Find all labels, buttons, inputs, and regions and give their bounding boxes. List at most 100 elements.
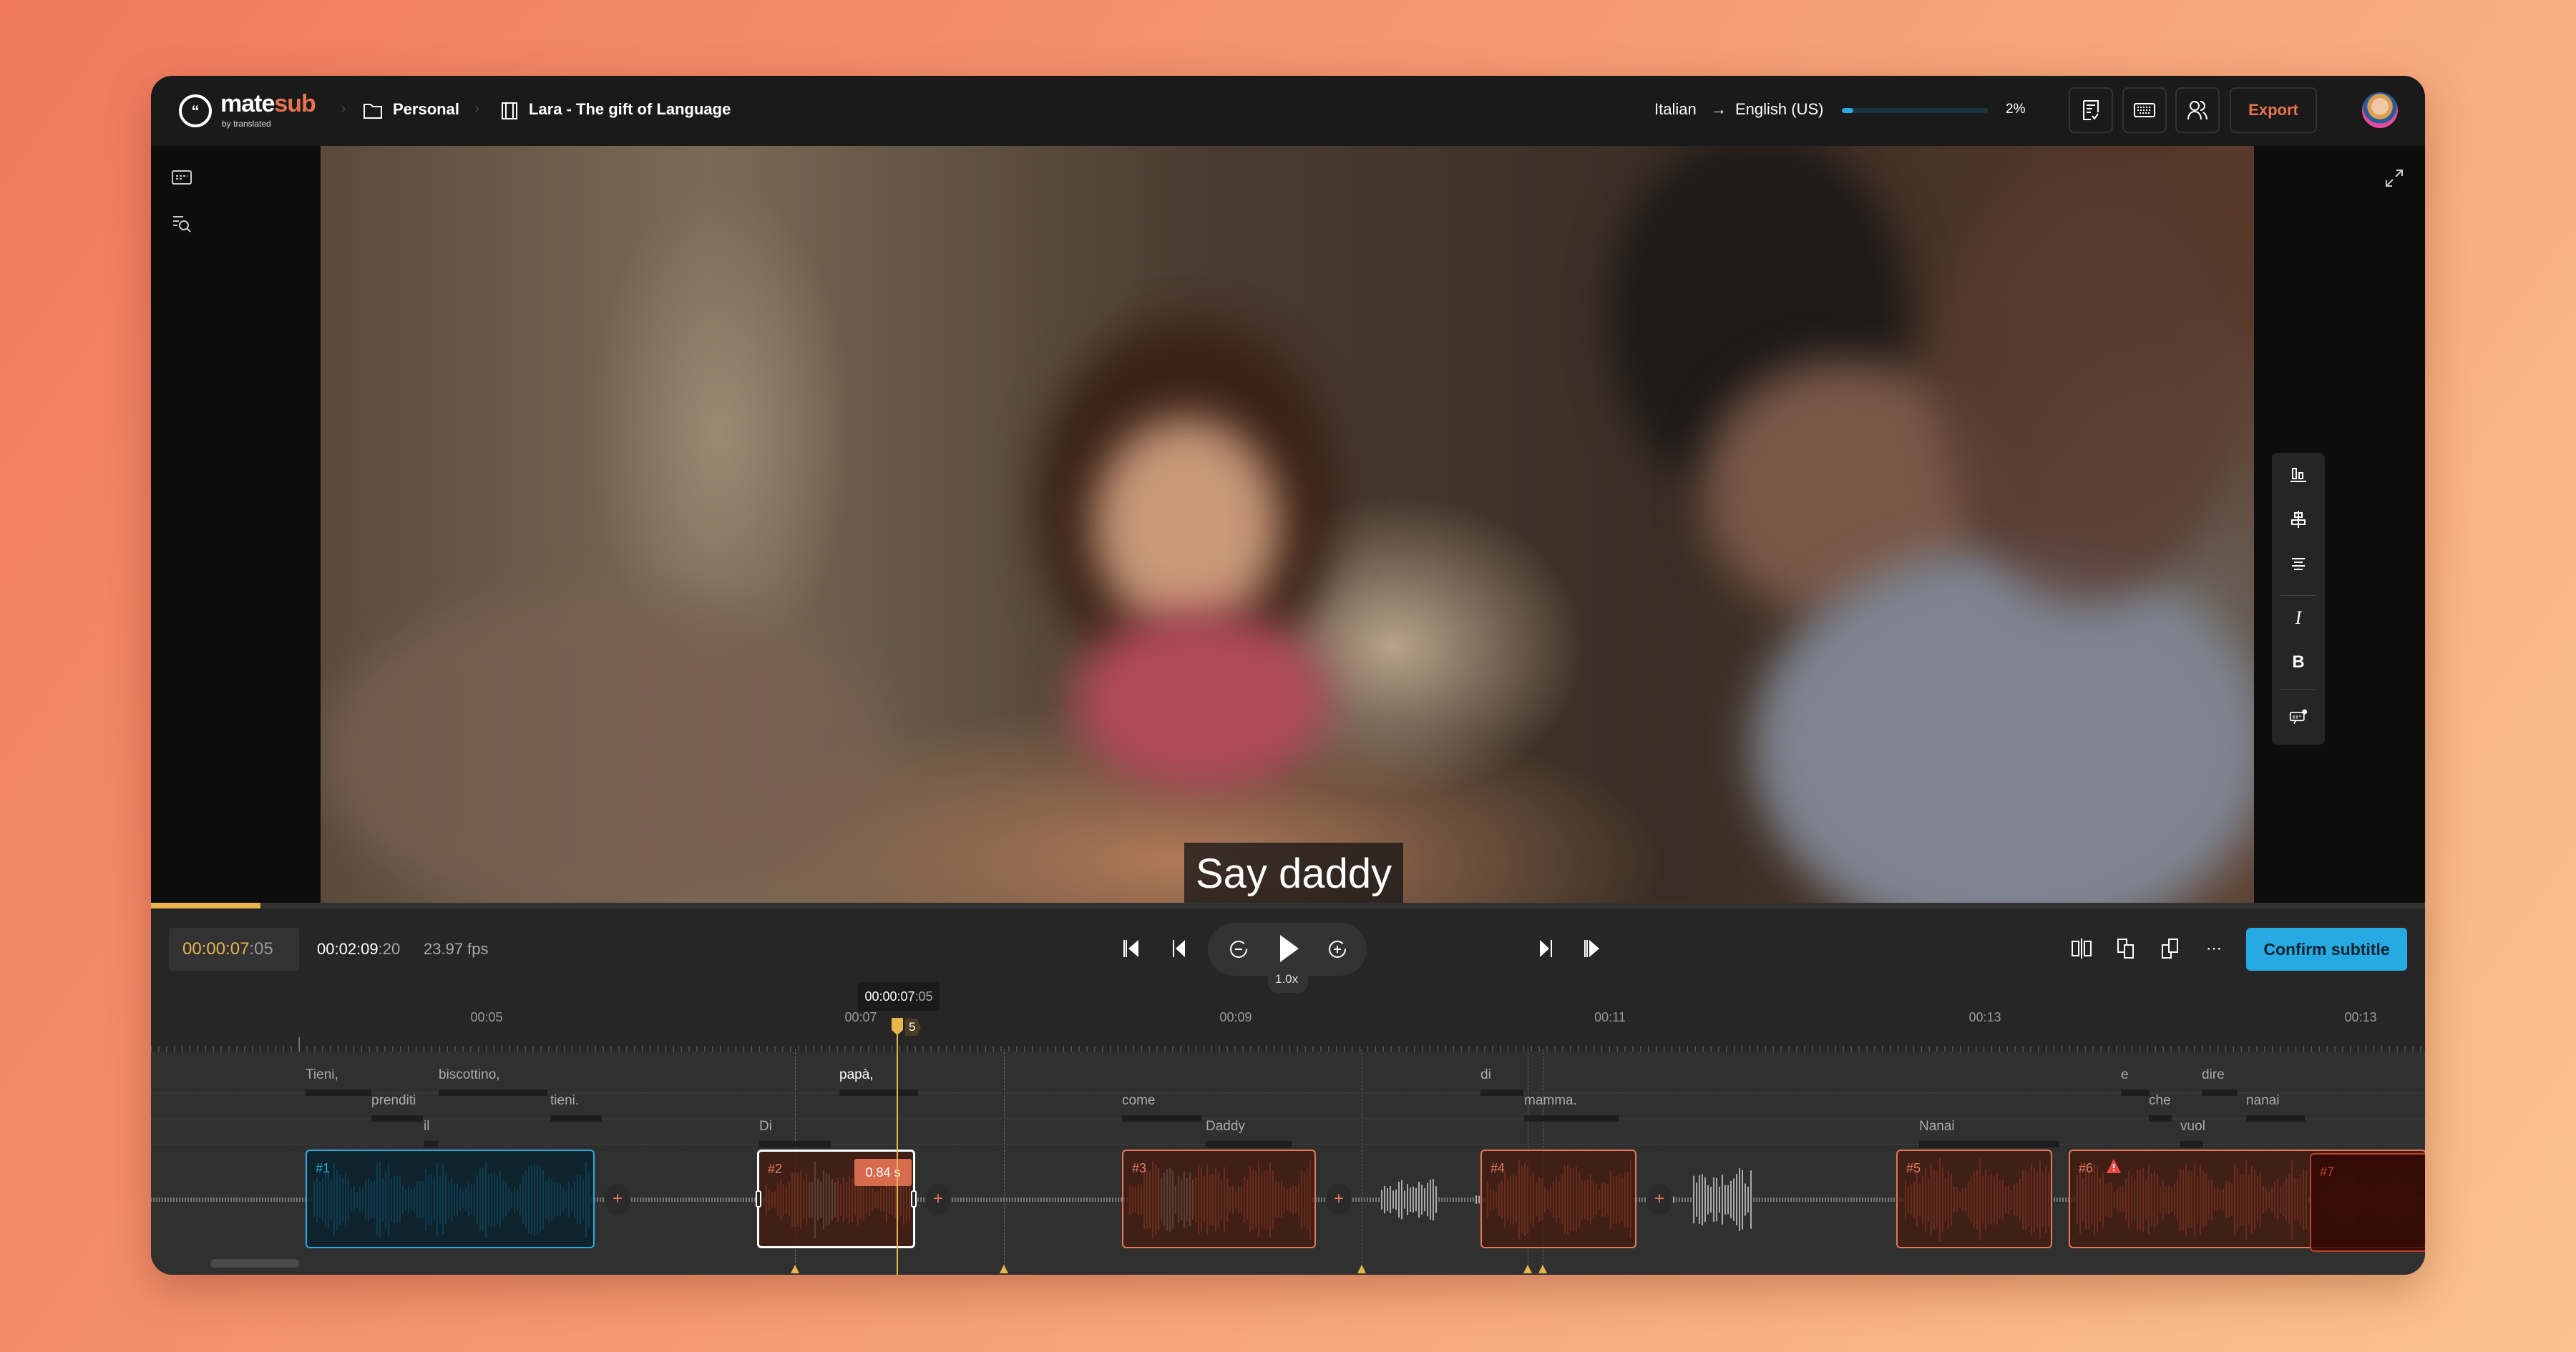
svg-text:“: “ (192, 102, 200, 120)
italic-icon[interactable]: I (2289, 607, 2308, 628)
transcript-word[interactable]: mamma. (1524, 1093, 1577, 1109)
previous-frame-icon[interactable] (1171, 937, 1189, 960)
duration: 00:02:09 (317, 940, 379, 958)
word-duration-bar (1122, 1115, 1202, 1122)
merge-next-icon[interactable] (2160, 938, 2182, 959)
add-subtitle-button[interactable]: + (1327, 1184, 1351, 1215)
transcript-word[interactable]: che (2149, 1093, 2171, 1109)
merge-previous-icon[interactable] (2115, 938, 2138, 959)
ruler-label: 00:09 (1219, 1010, 1252, 1024)
subtitle-segment-1[interactable]: #1 (306, 1150, 595, 1248)
word-duration-bar (371, 1115, 423, 1122)
transcript-word[interactable]: Daddy (1206, 1119, 1245, 1135)
segment-number: #6 (2079, 1161, 2094, 1175)
transcript-word[interactable]: Di (759, 1119, 772, 1135)
current-time-display: 00:00:07:05 (169, 928, 299, 971)
fullscreen-icon[interactable] (2384, 167, 2405, 189)
word-duration-bar (2246, 1115, 2305, 1122)
word-duration-bar (439, 1089, 547, 1096)
ruler-label: 00:13 (1968, 1010, 2001, 1024)
timeline-scrollbar[interactable] (210, 1259, 299, 1268)
transcript-word[interactable]: prenditi (371, 1093, 416, 1109)
word-duration-bar (759, 1141, 831, 1147)
forward-icon[interactable] (1326, 938, 1349, 961)
segment-start-handle[interactable] (756, 1190, 761, 1208)
segment-end-handle[interactable] (911, 1190, 917, 1208)
collaborators-button[interactable] (2175, 87, 2220, 133)
rewind-icon[interactable] (1227, 938, 1250, 961)
breadcrumb-project[interactable]: Lara - The gift of Language (529, 100, 731, 119)
transcript-word[interactable]: il (424, 1119, 429, 1135)
subtitle-segment-5[interactable]: #5 (1896, 1150, 2052, 1248)
position-center-icon[interactable] (2289, 510, 2308, 529)
transcript-word[interactable]: nanai (2246, 1093, 2280, 1109)
keyboard-shortcuts-button[interactable] (2122, 87, 2167, 133)
playhead-line[interactable] (897, 1027, 898, 1275)
logo-subtitle: by translated (222, 119, 271, 129)
transcript-word[interactable]: tieni. (550, 1093, 579, 1109)
user-avatar[interactable] (2362, 92, 2398, 128)
subtitle-comment-icon[interactable] (2289, 707, 2308, 726)
transcript-word[interactable]: vuol (2180, 1119, 2205, 1135)
previous-subtitle-icon[interactable] (1121, 937, 1143, 960)
segment-number: #3 (1132, 1161, 1147, 1175)
ruler-label: 00:05 (470, 1010, 503, 1024)
subtitle-segment-7[interactable]: #7 (2310, 1153, 2425, 1252)
folder-icon (364, 104, 382, 119)
timeline-ruler[interactable] (151, 1034, 2425, 1052)
add-subtitle-button[interactable]: + (926, 1184, 950, 1215)
subtitle-segment-2[interactable]: #2 0.84 s (756, 1150, 917, 1248)
word-duration-bar (1919, 1141, 2059, 1147)
playback-speed[interactable]: 1.0x (1275, 972, 1298, 986)
transcript-word[interactable]: Tieni, (306, 1067, 338, 1083)
add-subtitle-button[interactable]: + (1647, 1184, 1672, 1215)
breadcrumb-personal[interactable]: Personal (393, 100, 459, 119)
word-duration-bar (2149, 1115, 2172, 1122)
add-subtitle-button[interactable]: + (605, 1184, 630, 1215)
logo-icon: “ (179, 94, 212, 127)
word-duration-bar (1206, 1141, 1292, 1147)
checklist-icon (2083, 100, 2099, 120)
next-frame-icon[interactable] (1536, 937, 1554, 960)
subtitle-style-icon[interactable] (171, 167, 192, 189)
transcript-word[interactable]: papà, (839, 1067, 874, 1083)
ruler-label: 00:07 (844, 1010, 877, 1024)
transcript-word[interactable]: e (2121, 1067, 2129, 1083)
transcript-word[interactable]: come (1122, 1093, 1155, 1109)
video-frame[interactable] (321, 146, 2254, 908)
segment-number: #5 (1906, 1161, 1921, 1175)
subtitle-segment-3[interactable]: #3 (1122, 1150, 1316, 1248)
scene-marker (1357, 1265, 1366, 1273)
review-checklist-button[interactable] (2069, 87, 2113, 133)
warning-icon[interactable] (2106, 1158, 2122, 1174)
transcript-word[interactable]: biscottino, (439, 1067, 500, 1083)
transcript-word[interactable]: dire (2202, 1067, 2225, 1083)
source-language: Italian (1654, 100, 1697, 118)
word-duration-bar (306, 1089, 371, 1096)
video-player[interactable]: Say daddy I B (151, 146, 2425, 950)
logo[interactable]: “ matesub by translated (177, 90, 328, 132)
transcript-word[interactable]: Nanai (1919, 1119, 1955, 1135)
confirm-subtitle-label: Confirm subtitle (2263, 940, 2390, 959)
translation-progress-bar (1842, 108, 1988, 113)
scene-marker (1523, 1265, 1532, 1273)
align-center-icon[interactable] (2289, 554, 2308, 573)
more-options-icon[interactable]: ⋯ (2203, 938, 2225, 959)
fps-label: 23.97 fps (424, 940, 489, 958)
confirm-subtitle-button[interactable]: Confirm subtitle (2246, 928, 2407, 971)
playhead-tooltip: 00:00:07:05 (858, 982, 940, 1011)
logo-text: mate (220, 90, 275, 117)
play-icon[interactable] (1276, 933, 1302, 964)
toolbar-divider (2280, 595, 2316, 596)
search-replace-icon[interactable] (171, 213, 192, 235)
subtitle-overlay[interactable]: Say daddy (1184, 843, 1404, 906)
toolbar-divider (2280, 689, 2316, 690)
export-button[interactable]: Export (2230, 87, 2317, 133)
position-bottom-icon[interactable] (2289, 466, 2308, 484)
video-progress-track[interactable] (151, 903, 2425, 908)
next-subtitle-icon[interactable] (1582, 937, 1604, 960)
subtitle-segment-4[interactable]: #4 (1480, 1150, 1636, 1248)
split-subtitle-icon[interactable] (2070, 938, 2093, 959)
bold-icon[interactable]: B (2289, 652, 2308, 672)
transcript-word[interactable]: di (1480, 1067, 1491, 1083)
